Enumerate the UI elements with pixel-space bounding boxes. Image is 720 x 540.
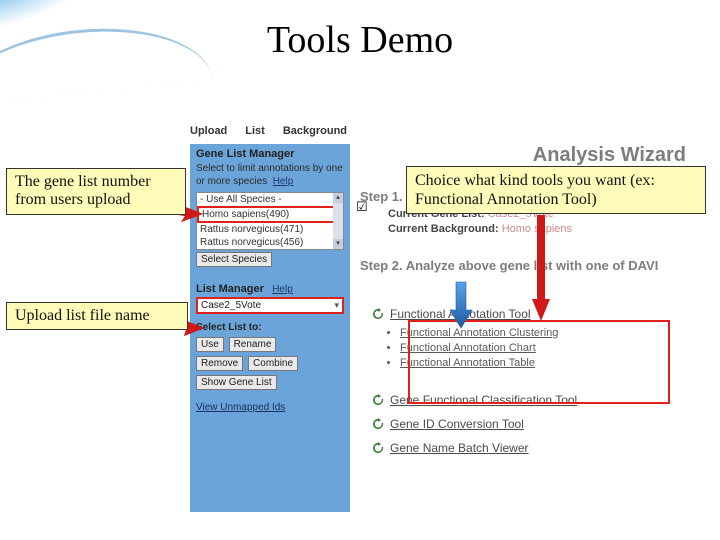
species-opt-rat2[interactable]: Rattus norvegicus(456) bbox=[197, 236, 343, 249]
analysis-wizard-title: Analysis Wizard bbox=[360, 144, 690, 167]
refresh-icon bbox=[372, 442, 384, 454]
sidebar: Gene List Manager Select to limit annota… bbox=[190, 144, 350, 512]
select-list-to-label: Select List to: bbox=[196, 322, 344, 333]
sidebar-header-glm: Gene List Manager bbox=[196, 148, 344, 160]
refresh-icon bbox=[372, 418, 384, 430]
species-opt-rat1[interactable]: Rattus norvegicus(471) bbox=[197, 223, 343, 236]
tab-background[interactable]: Background bbox=[283, 125, 347, 137]
refresh-icon bbox=[372, 308, 384, 320]
tool-gene-name-batch-viewer[interactable]: Gene Name Batch Viewer bbox=[372, 441, 690, 455]
listmgr-help-link[interactable]: Help bbox=[272, 284, 293, 295]
callout-choose-tool: Choice what kind tools you want (ex: Fun… bbox=[406, 166, 706, 214]
refresh-icon bbox=[372, 394, 384, 406]
help-link[interactable]: Help bbox=[273, 176, 294, 187]
tab-list[interactable]: List bbox=[245, 125, 265, 137]
species-scrollbar[interactable]: ▴ ▾ bbox=[333, 193, 343, 249]
slide-title: Tools Demo bbox=[0, 18, 720, 62]
select-species-button[interactable]: Select Species bbox=[196, 252, 272, 267]
list-select-dropdown[interactable]: Case2_5Vote bbox=[196, 297, 344, 314]
tool-gene-id-conversion[interactable]: Gene ID Conversion Tool bbox=[372, 417, 690, 431]
view-unmapped-link[interactable]: View Unmapped Ids bbox=[196, 402, 285, 413]
sidebar-instruction: Select to limit annotations by one or mo… bbox=[196, 163, 344, 188]
show-gene-list-button[interactable]: Show Gene List bbox=[196, 375, 277, 390]
rename-button[interactable]: Rename bbox=[229, 337, 277, 352]
checkmark-icon: ☑ bbox=[356, 199, 368, 215]
species-opt-homo[interactable]: Homo sapiens(490) bbox=[197, 206, 343, 223]
use-button[interactable]: Use bbox=[196, 337, 224, 352]
step2-header: Step 2. Analyze above gene list with one… bbox=[360, 258, 690, 273]
list-select-value: Case2_5Vote bbox=[201, 300, 261, 311]
species-opt-all[interactable]: - Use All Species - bbox=[197, 193, 343, 206]
sidebar-header-listmgr: List Manager bbox=[196, 283, 264, 295]
remove-button[interactable]: Remove bbox=[196, 356, 243, 371]
species-listbox[interactable]: - Use All Species - Homo sapiens(490) Ra… bbox=[196, 192, 344, 250]
arrow-red-down bbox=[530, 213, 552, 323]
callout-gene-list-number: The gene list number from users upload bbox=[6, 168, 186, 215]
tab-upload[interactable]: Upload bbox=[190, 125, 227, 137]
arrow-blue-down bbox=[448, 280, 474, 330]
callout-upload-filename: Upload list file name bbox=[6, 302, 188, 330]
combine-button[interactable]: Combine bbox=[248, 356, 298, 371]
top-tabs: Upload List Background bbox=[190, 120, 698, 142]
highlight-frame-fat bbox=[408, 320, 670, 404]
